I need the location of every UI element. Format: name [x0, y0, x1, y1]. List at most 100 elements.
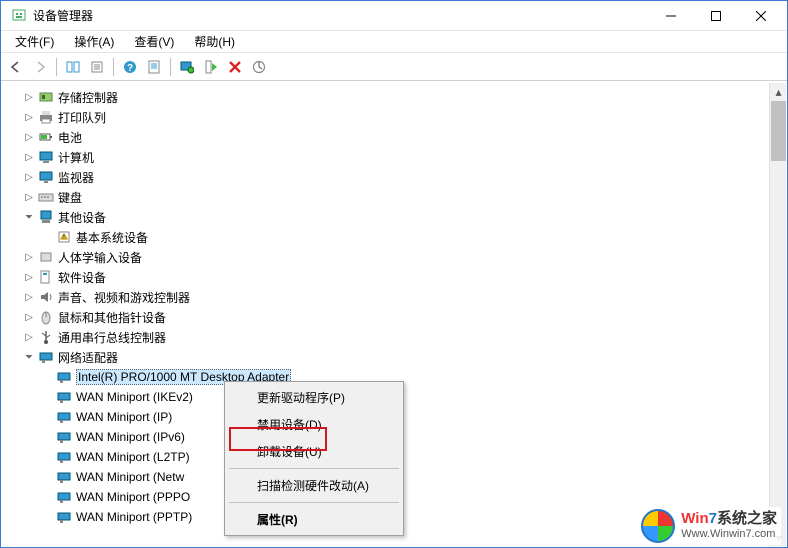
nic-icon	[56, 509, 72, 525]
tree-node-network-adapters[interactable]: ⏷ 网络适配器	[2, 347, 786, 367]
monitor-refresh-icon	[180, 60, 194, 74]
expander-icon[interactable]: ▷	[22, 172, 36, 183]
menu-help[interactable]: 帮助(H)	[184, 31, 245, 52]
tree-node-usb[interactable]: ▷ 通用串行总线控制器	[2, 327, 786, 347]
expander-icon[interactable]: ▷	[22, 192, 36, 203]
tree-label: WAN Miniport (IPv6)	[76, 430, 185, 444]
close-button[interactable]	[738, 2, 783, 30]
update-driver-button[interactable]	[176, 56, 198, 78]
device-enable-icon	[204, 60, 218, 74]
context-menu: 更新驱动程序(P) 禁用设备(D) 卸载设备(U) 扫描检测硬件改动(A) 属性…	[224, 381, 404, 536]
tree-label: 网络适配器	[58, 349, 118, 366]
nav-forward-button[interactable]	[29, 56, 51, 78]
maximize-button[interactable]	[693, 2, 738, 30]
scroll-down-icon[interactable]: ▾	[770, 529, 786, 546]
monitor-icon	[38, 169, 54, 185]
help-button[interactable]: ?	[119, 56, 141, 78]
toolbar-separator	[113, 58, 114, 76]
tree-node-basic-system-device[interactable]: ! 基本系统设备	[2, 227, 786, 247]
tree-label: 其他设备	[58, 209, 106, 226]
expander-icon[interactable]: ▷	[22, 112, 36, 123]
app-icon	[11, 8, 27, 24]
nic-icon	[56, 449, 72, 465]
tree-node-hid[interactable]: ▷ 人体学输入设备	[2, 247, 786, 267]
unknown-device-icon: !	[56, 229, 72, 245]
tree-label: WAN Miniport (IP)	[76, 410, 172, 424]
context-properties[interactable]: 属性(R)	[227, 506, 401, 533]
computer-icon	[38, 149, 54, 165]
tree-label: WAN Miniport (PPPO	[76, 490, 190, 504]
menu-file[interactable]: 文件(F)	[5, 31, 64, 52]
tree-label: 基本系统设备	[76, 229, 148, 246]
context-disable-device[interactable]: 禁用设备(D)	[227, 411, 401, 438]
toolbar-separator	[56, 58, 57, 76]
vertical-scrollbar[interactable]: ▴ ▾	[769, 83, 786, 546]
menu-view[interactable]: 查看(V)	[124, 31, 184, 52]
props-sheet-button[interactable]	[143, 56, 165, 78]
tree-node-storage-controllers[interactable]: ▷ 存储控制器	[2, 87, 786, 107]
tree-label: 计算机	[58, 149, 94, 166]
tree-label: 电池	[58, 129, 82, 146]
network-icon	[38, 349, 54, 365]
expander-icon[interactable]: ▷	[22, 272, 36, 283]
other-icon	[38, 209, 54, 225]
tree-node-mice[interactable]: ▷ 鼠标和其他指针设备	[2, 307, 786, 327]
minimize-icon	[666, 11, 676, 21]
expander-icon[interactable]: ▷	[22, 332, 36, 343]
enable-device-button[interactable]	[200, 56, 222, 78]
tree-node-monitors[interactable]: ▷ 监视器	[2, 167, 786, 187]
scroll-up-icon[interactable]: ▴	[770, 83, 786, 100]
list-icon	[90, 60, 104, 74]
show-hide-tree-button[interactable]	[62, 56, 84, 78]
scan-hardware-button[interactable]	[248, 56, 270, 78]
tree-node-other-devices[interactable]: ⏷ 其他设备	[2, 207, 786, 227]
printer-icon	[38, 109, 54, 125]
tree-label: 声音、视频和游戏控制器	[58, 289, 190, 306]
uninstall-device-button[interactable]	[224, 56, 246, 78]
nav-back-button[interactable]	[5, 56, 27, 78]
expander-icon[interactable]: ▷	[22, 152, 36, 163]
tree-node-computer[interactable]: ▷ 计算机	[2, 147, 786, 167]
expander-icon[interactable]: ▷	[22, 252, 36, 263]
context-separator	[229, 502, 399, 503]
scan-icon	[252, 60, 266, 74]
mouse-icon	[38, 309, 54, 325]
nic-icon	[56, 469, 72, 485]
context-separator	[229, 468, 399, 469]
tree-node-software-devices[interactable]: ▷ 软件设备	[2, 267, 786, 287]
menu-action[interactable]: 操作(A)	[64, 31, 124, 52]
controller-icon	[38, 89, 54, 105]
tree-label: 存储控制器	[58, 89, 118, 106]
context-uninstall-device[interactable]: 卸载设备(U)	[227, 438, 401, 465]
arrow-right-icon	[33, 60, 47, 74]
expander-collapse-icon[interactable]: ⏷	[22, 352, 36, 363]
tree-node-print-queues[interactable]: ▷ 打印队列	[2, 107, 786, 127]
tree-label: 通用串行总线控制器	[58, 329, 166, 346]
minimize-button[interactable]	[648, 2, 693, 30]
expander-collapse-icon[interactable]: ⏷	[22, 212, 36, 223]
scroll-thumb[interactable]	[771, 101, 786, 161]
sheet-icon	[147, 60, 161, 74]
tree-label: WAN Miniport (Netw	[76, 470, 184, 484]
tree-label: 键盘	[58, 189, 82, 206]
software-icon	[38, 269, 54, 285]
battery-icon	[38, 129, 54, 145]
uninstall-x-icon	[228, 60, 242, 74]
tree-label: 人体学输入设备	[58, 249, 142, 266]
usb-icon	[38, 329, 54, 345]
expander-icon[interactable]: ▷	[22, 132, 36, 143]
context-scan-hardware[interactable]: 扫描检测硬件改动(A)	[227, 472, 401, 499]
tree-node-keyboards[interactable]: ▷ 键盘	[2, 187, 786, 207]
expander-icon[interactable]: ▷	[22, 92, 36, 103]
expander-icon[interactable]: ▷	[22, 292, 36, 303]
panel-icon	[66, 60, 80, 74]
tree-node-sound-video-game[interactable]: ▷ 声音、视频和游戏控制器	[2, 287, 786, 307]
expander-icon[interactable]: ▷	[22, 312, 36, 323]
toolbar-separator	[170, 58, 171, 76]
toolbar: ?	[1, 53, 787, 81]
context-update-driver[interactable]: 更新驱动程序(P)	[227, 384, 401, 411]
tree-node-batteries[interactable]: ▷ 电池	[2, 127, 786, 147]
tree-label: WAN Miniport (L2TP)	[76, 450, 190, 464]
close-icon	[756, 11, 766, 21]
properties-button[interactable]	[86, 56, 108, 78]
